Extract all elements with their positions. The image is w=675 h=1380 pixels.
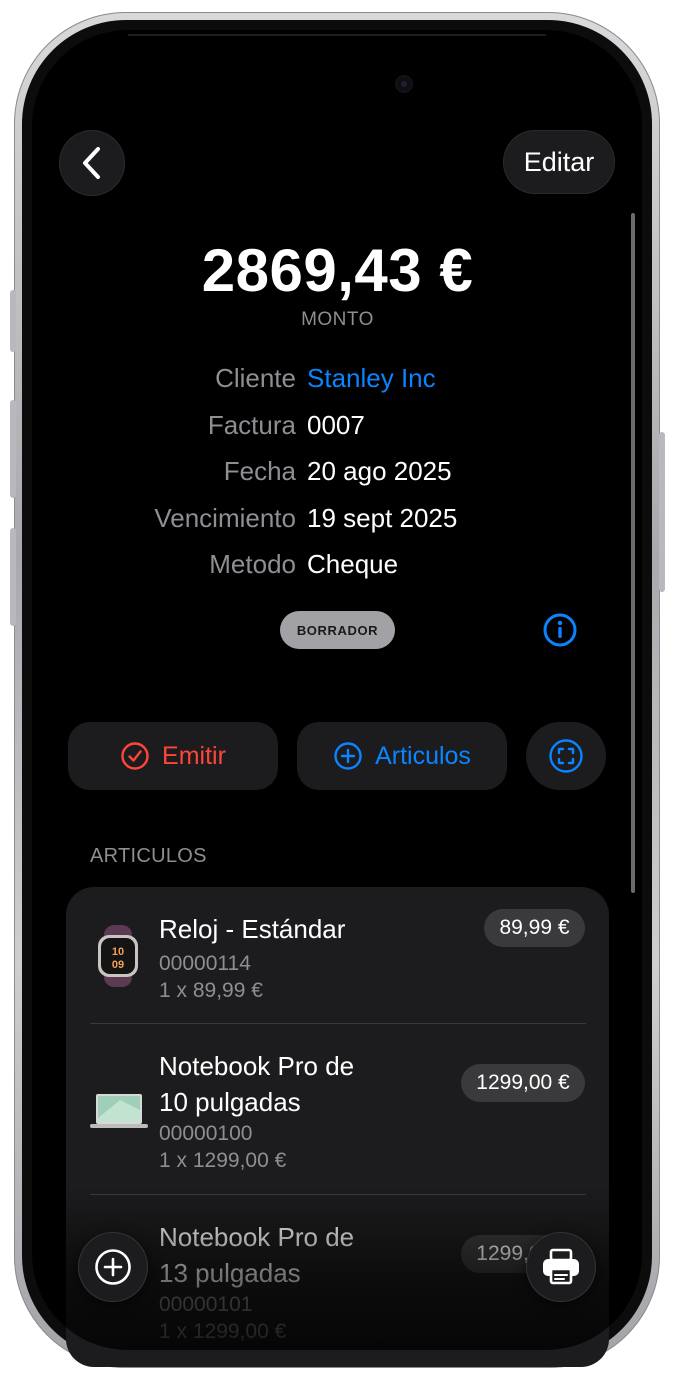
emit-button[interactable]: Emitir xyxy=(68,722,278,790)
add-items-button[interactable]: Articulos xyxy=(297,722,507,790)
invoice-number-value: 0007 xyxy=(307,410,365,440)
item-title: Notebook Pro de xyxy=(159,1222,355,1252)
payment-method-value: Cheque xyxy=(307,549,399,579)
items-section-label: ARTICULOS xyxy=(90,845,207,867)
edit-button[interactable]: Editar xyxy=(503,130,615,194)
invoice-amount: 2869,43 € xyxy=(201,237,474,304)
svg-text:10: 10 xyxy=(112,946,124,958)
device-power-button xyxy=(659,432,665,592)
info-button[interactable] xyxy=(542,612,578,648)
item-sku: 00000101 xyxy=(159,1293,253,1316)
device-volume-up xyxy=(10,400,16,498)
scan-frame-icon xyxy=(549,739,583,773)
plus-circle-icon xyxy=(95,1249,131,1285)
item-quantity: 1 x 89,99 € xyxy=(159,979,263,1002)
date-label: Fecha xyxy=(223,456,296,486)
due-date-label: Vencimiento xyxy=(154,503,296,533)
print-button[interactable] xyxy=(526,1232,596,1302)
client-label: Cliente xyxy=(215,363,296,393)
chevron-left-icon xyxy=(83,147,100,179)
payment-method-label: Metodo xyxy=(209,549,296,579)
svg-text:09: 09 xyxy=(112,959,124,971)
item-sku: 00000114 xyxy=(159,952,251,975)
item-price: 89,99 € xyxy=(484,909,585,947)
emit-button-label: Emitir xyxy=(162,741,226,770)
invoice-number-label: Factura xyxy=(207,410,296,440)
item-quantity: 1 x 1299,00 € xyxy=(159,1149,287,1172)
add-items-button-label: Articulos xyxy=(375,741,471,770)
printer-icon xyxy=(543,1248,579,1285)
front-camera xyxy=(395,75,413,93)
item-title-line2: 10 pulgadas xyxy=(159,1087,301,1117)
item-quantity: 1 x 1299,00 € xyxy=(159,1320,287,1343)
watch-product-image: 10 09 xyxy=(90,923,146,989)
checkmark-circle-icon xyxy=(121,742,149,770)
amount-label: MONTO xyxy=(301,309,374,330)
item-title-line2: 13 pulgadas xyxy=(159,1258,301,1288)
plus-circle-icon xyxy=(334,742,362,770)
date-value: 20 ago 2025 xyxy=(307,456,452,486)
client-link[interactable]: Stanley Inc xyxy=(307,363,436,394)
item-sku: 00000100 xyxy=(159,1122,253,1145)
status-area-line xyxy=(128,34,546,36)
device-volume-down xyxy=(10,528,16,626)
add-floating-button[interactable] xyxy=(78,1232,148,1302)
notebook-product-image xyxy=(90,1092,148,1130)
item-title: Notebook Pro de xyxy=(159,1051,355,1081)
item-price: 1299,00 € xyxy=(461,1064,585,1102)
item-title: Reloj - Estándar xyxy=(159,914,346,944)
due-date-value: 19 sept 2025 xyxy=(307,503,458,533)
back-button[interactable] xyxy=(59,130,125,196)
info-icon xyxy=(543,613,577,647)
scan-button[interactable] xyxy=(526,722,606,790)
status-badge: BORRADOR xyxy=(280,611,395,649)
